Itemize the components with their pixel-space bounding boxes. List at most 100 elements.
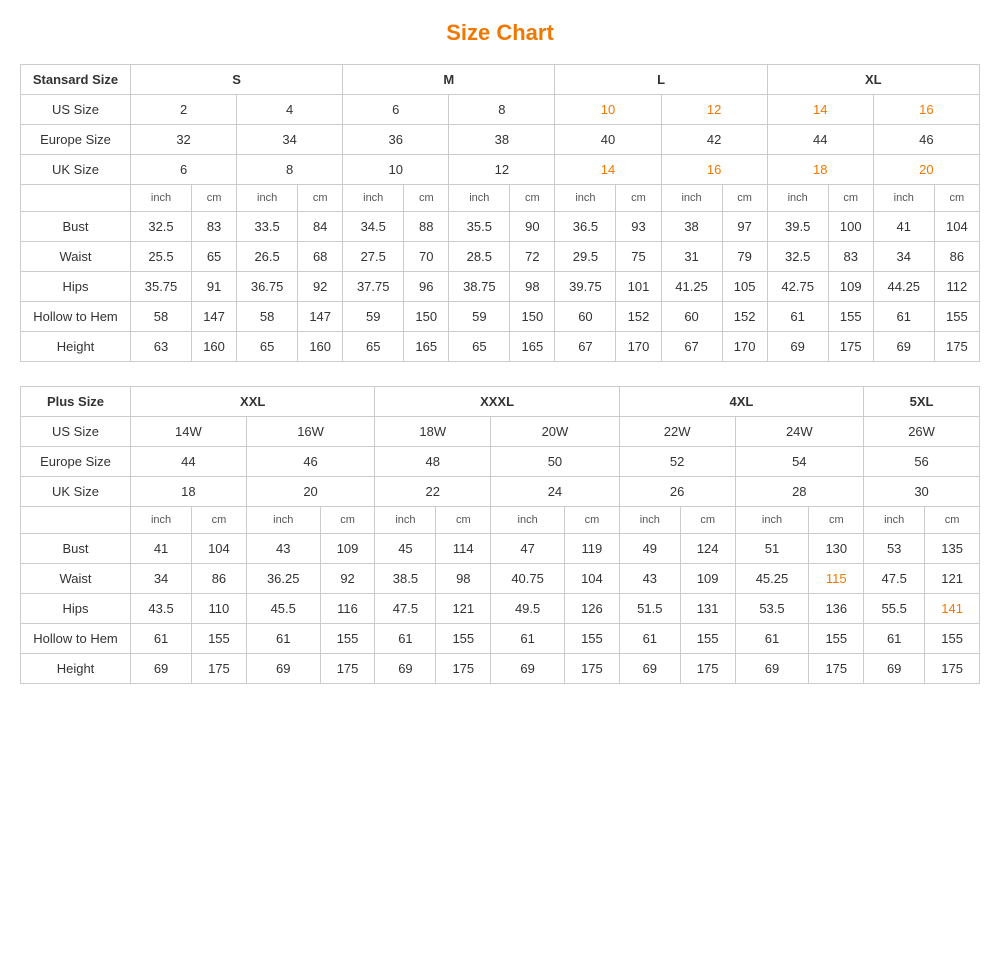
measurement-value: 61: [375, 624, 436, 654]
us-size-value: 6: [343, 95, 449, 125]
measurement-value: 104: [934, 212, 979, 242]
measurement-value: 51.5: [619, 594, 680, 624]
us-size-value: 16W: [246, 417, 375, 447]
measurement-value: 43: [246, 534, 320, 564]
measurement-value: 150: [404, 302, 449, 332]
measurement-value: 35.5: [449, 212, 510, 242]
measurement-unit-label: [21, 185, 131, 212]
measurement-value: 105: [722, 272, 767, 302]
measurement-unit: cm: [298, 185, 343, 212]
measurement-value: 69: [873, 332, 934, 362]
uk-size-value: 28: [735, 477, 864, 507]
us-size-label: US Size: [21, 95, 131, 125]
measurement-value: 130: [809, 534, 864, 564]
measurement-unit: cm: [404, 185, 449, 212]
measurement-unit: cm: [809, 507, 864, 534]
measurement-unit-label: [21, 507, 131, 534]
5xl-group-header: 5XL: [864, 387, 980, 417]
measurement-value: 34: [131, 564, 192, 594]
measurement-value: 27.5: [343, 242, 404, 272]
measurement-value: 90: [510, 212, 555, 242]
measurement-value: 175: [436, 654, 491, 684]
measurement-value: 38: [661, 212, 722, 242]
uk-size-value: 12: [449, 155, 555, 185]
us-size-label: US Size: [21, 417, 131, 447]
measurement-value: 69: [375, 654, 436, 684]
measurement-value: 58: [237, 302, 298, 332]
measurement-value: 61: [767, 302, 828, 332]
us-size-value: 26W: [864, 417, 980, 447]
measurement-value: 49: [619, 534, 680, 564]
measurement-label: Height: [21, 654, 131, 684]
measurement-value: 86: [192, 564, 247, 594]
measurement-value: 109: [320, 534, 375, 564]
uk-size-value: 8: [237, 155, 343, 185]
measurement-value: 53.5: [735, 594, 809, 624]
measurement-value: 112: [934, 272, 979, 302]
measurement-unit: cm: [934, 185, 979, 212]
measurement-value: 175: [320, 654, 375, 684]
measurement-value: 49.5: [491, 594, 565, 624]
measurement-value: 31: [661, 242, 722, 272]
measurement-value: 67: [555, 332, 616, 362]
europe-size-value: 44: [131, 447, 247, 477]
us-size-value: 22W: [619, 417, 735, 447]
us-size-value: 2: [131, 95, 237, 125]
measurement-value: 47: [491, 534, 565, 564]
measurement-unit: cm: [925, 507, 980, 534]
measurement-value: 175: [828, 332, 873, 362]
measurement-value: 155: [320, 624, 375, 654]
measurement-value: 175: [925, 654, 980, 684]
measurement-unit: inch: [237, 185, 298, 212]
uk-size-value: 18: [767, 155, 873, 185]
europe-size-value: 44: [767, 125, 873, 155]
measurement-unit: inch: [864, 507, 925, 534]
measurement-value: 119: [565, 534, 620, 564]
measurement-value: 61: [735, 624, 809, 654]
measurement-value: 59: [449, 302, 510, 332]
measurement-unit: cm: [192, 507, 247, 534]
uk-size-value: 6: [131, 155, 237, 185]
measurement-value: 69: [864, 654, 925, 684]
measurement-unit: cm: [436, 507, 491, 534]
measurement-value: 33.5: [237, 212, 298, 242]
measurement-unit: inch: [619, 507, 680, 534]
measurement-value: 60: [661, 302, 722, 332]
uk-size-label: UK Size: [21, 155, 131, 185]
uk-size-value: 22: [375, 477, 491, 507]
measurement-value: 147: [192, 302, 237, 332]
measurement-value: 101: [616, 272, 661, 302]
measurement-unit: inch: [375, 507, 436, 534]
measurement-value: 69: [246, 654, 320, 684]
measurement-label: Hollow to Hem: [21, 302, 131, 332]
measurement-value: 35.75: [131, 272, 192, 302]
measurement-value: 34: [873, 242, 934, 272]
measurement-value: 84: [298, 212, 343, 242]
europe-size-value: 50: [491, 447, 620, 477]
measurement-value: 70: [404, 242, 449, 272]
measurement-unit: inch: [343, 185, 404, 212]
measurement-value: 36.75: [237, 272, 298, 302]
measurement-value: 98: [436, 564, 491, 594]
measurement-value: 51: [735, 534, 809, 564]
measurement-value: 65: [237, 332, 298, 362]
measurement-unit: cm: [192, 185, 237, 212]
measurement-value: 150: [510, 302, 555, 332]
uk-size-value: 26: [619, 477, 735, 507]
m-group-header: M: [343, 65, 555, 95]
measurement-value: 165: [404, 332, 449, 362]
measurement-value: 115: [809, 564, 864, 594]
measurement-unit: inch: [555, 185, 616, 212]
measurement-value: 110: [192, 594, 247, 624]
us-size-value: 20W: [491, 417, 620, 447]
measurement-label: Hollow to Hem: [21, 624, 131, 654]
measurement-value: 175: [192, 654, 247, 684]
measurement-value: 96: [404, 272, 449, 302]
plus-size-header: Plus Size: [21, 387, 131, 417]
measurement-value: 61: [619, 624, 680, 654]
measurement-value: 32.5: [131, 212, 192, 242]
measurement-value: 45: [375, 534, 436, 564]
measurement-value: 44.25: [873, 272, 934, 302]
measurement-value: 75: [616, 242, 661, 272]
measurement-value: 100: [828, 212, 873, 242]
